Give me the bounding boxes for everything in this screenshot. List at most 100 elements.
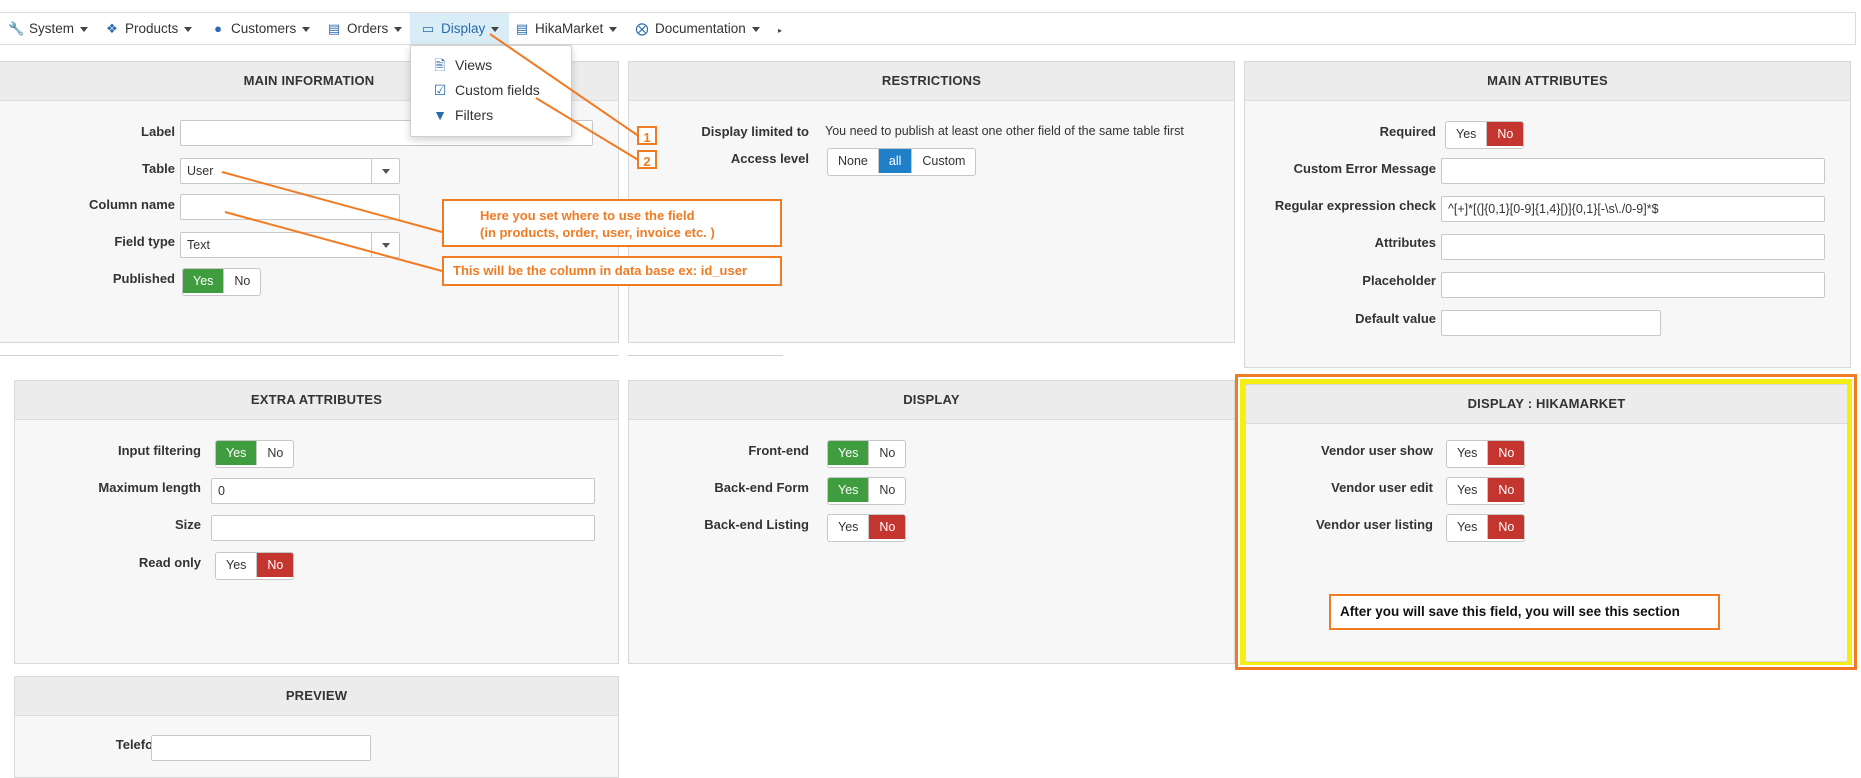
field-type-select[interactable]: Text bbox=[180, 232, 400, 258]
read-only-label: Read only bbox=[138, 555, 201, 570]
frontend-no-button[interactable]: No bbox=[869, 441, 905, 465]
backend-form-no-button[interactable]: No bbox=[869, 478, 905, 502]
attributes-label: Attributes bbox=[1374, 235, 1436, 250]
chevron-down-icon bbox=[371, 233, 399, 257]
backend-listing-yes-button[interactable]: Yes bbox=[828, 515, 870, 539]
display-panel: DISPLAY Front-end Yes No Back-end Form Y… bbox=[628, 380, 1235, 664]
dropdown-item-filters[interactable]: ▼ Filters bbox=[433, 104, 493, 126]
caret-right-icon: ▸ bbox=[778, 26, 783, 35]
backend-form-label: Back-end Form bbox=[714, 480, 809, 495]
input-filtering-toggle: Yes No bbox=[215, 440, 295, 468]
caret-down-icon bbox=[184, 26, 193, 32]
readonly-yes-button[interactable]: Yes bbox=[216, 553, 258, 577]
max-length-input[interactable]: 0 bbox=[211, 478, 595, 504]
access-level-label: Access level bbox=[730, 151, 809, 166]
required-yes-button[interactable]: Yes bbox=[1446, 122, 1488, 146]
caret-down-icon bbox=[609, 26, 618, 32]
vendor-user-edit-label: Vendor user edit bbox=[1331, 480, 1433, 495]
access-none-button[interactable]: None bbox=[828, 149, 879, 173]
menu-orders[interactable]: ▤ Orders bbox=[326, 13, 403, 44]
dropdown-item-custom-fields[interactable]: ☑ Custom fields bbox=[433, 79, 540, 101]
store-icon: ▤ bbox=[515, 21, 529, 36]
front-end-toggle: Yes No bbox=[827, 440, 907, 468]
required-toggle: Yes No bbox=[1445, 121, 1525, 149]
panel-title: DISPLAY bbox=[629, 381, 1234, 420]
vendor-show-yes-button[interactable]: Yes bbox=[1447, 441, 1489, 465]
file-code-icon: 🖹 bbox=[434, 57, 446, 73]
input-filtering-label: Input filtering bbox=[117, 443, 201, 458]
caret-down-icon bbox=[394, 26, 403, 32]
custom-error-label: Custom Error Message bbox=[1293, 161, 1436, 176]
placeholder-input[interactable] bbox=[1441, 272, 1825, 298]
panel-title: PREVIEW bbox=[15, 677, 618, 716]
front-end-label: Front-end bbox=[748, 443, 809, 458]
size-input[interactable] bbox=[211, 515, 595, 541]
divider bbox=[628, 355, 783, 356]
backend-listing-label: Back-end Listing bbox=[704, 517, 809, 532]
backend-form-toggle: Yes No bbox=[827, 477, 907, 505]
menu-documentation[interactable]: ⨂ Documentation bbox=[634, 13, 760, 44]
menu-customers[interactable]: ● Customers bbox=[210, 13, 311, 44]
vendor-user-show-label: Vendor user show bbox=[1321, 443, 1433, 458]
annotation-number-2: 2 bbox=[637, 150, 657, 169]
access-all-button[interactable]: all bbox=[878, 149, 913, 173]
annotation-number-1: 1 bbox=[637, 126, 657, 145]
frontend-yes-button[interactable]: Yes bbox=[828, 441, 870, 465]
access-custom-button[interactable]: Custom bbox=[912, 149, 975, 173]
filtering-no-button[interactable]: No bbox=[257, 441, 293, 465]
section-annotation: After you will save this field, you will… bbox=[1329, 594, 1720, 630]
main-attributes-panel: MAIN ATTRIBUTES Required Yes No Custom E… bbox=[1244, 61, 1851, 368]
vendor-user-listing-toggle: Yes No bbox=[1446, 514, 1526, 542]
caret-down-icon bbox=[80, 26, 89, 32]
table-select[interactable]: User bbox=[180, 158, 400, 184]
caret-down-icon bbox=[491, 26, 500, 32]
published-yes-button[interactable]: Yes bbox=[183, 269, 225, 293]
caret-down-icon bbox=[751, 26, 760, 32]
wrench-icon: 🔧 bbox=[8, 21, 25, 36]
divider bbox=[0, 355, 618, 356]
custom-error-input[interactable] bbox=[1441, 158, 1825, 184]
vendor-user-listing-label: Vendor user listing bbox=[1315, 517, 1433, 532]
read-only-toggle: Yes No bbox=[215, 552, 295, 580]
menu-products[interactable]: ❖ Products bbox=[104, 13, 193, 44]
table-annotation: Here you set where to use the field (in … bbox=[442, 199, 782, 247]
backend-listing-no-button[interactable]: No bbox=[869, 515, 906, 539]
vendor-edit-no-button[interactable]: No bbox=[1488, 478, 1525, 502]
readonly-no-button[interactable]: No bbox=[257, 553, 294, 577]
display-dropdown: 🖹 Views ☑ Custom fields ▼ Filters bbox=[410, 45, 572, 137]
default-value-input[interactable] bbox=[1441, 310, 1661, 336]
column-name-input[interactable] bbox=[180, 194, 400, 220]
dropdown-item-views[interactable]: 🖹 Views bbox=[433, 54, 492, 76]
default-value-label: Default value bbox=[1355, 311, 1436, 326]
menu-more[interactable]: ▸ bbox=[778, 13, 782, 44]
chevron-down-icon bbox=[371, 159, 399, 183]
column-annotation: This will be the column in data base ex:… bbox=[442, 256, 782, 286]
published-label: Published bbox=[112, 271, 175, 286]
telefon-input[interactable] bbox=[151, 735, 371, 761]
menu-hikamarket[interactable]: ▤ HikaMarket bbox=[514, 13, 618, 44]
filtering-yes-button[interactable]: Yes bbox=[216, 441, 258, 465]
attributes-input[interactable] bbox=[1441, 234, 1825, 260]
cubes-icon: ❖ bbox=[106, 21, 118, 36]
regex-input[interactable]: ^[+]*[(]{0,1}[0-9]{1,4}[)]{0,1}[-\s\./0-… bbox=[1441, 196, 1825, 222]
menu-display[interactable]: ▭ Display bbox=[410, 13, 510, 44]
display-limited-label: Display limited to bbox=[701, 124, 809, 139]
lifebuoy-icon: ⨂ bbox=[635, 21, 649, 36]
menu-system[interactable]: 🔧 System bbox=[8, 13, 89, 44]
published-no-button[interactable]: No bbox=[224, 269, 260, 293]
panel-title: EXTRA ATTRIBUTES bbox=[15, 381, 618, 420]
backend-listing-toggle: Yes No bbox=[827, 514, 907, 542]
vendor-show-no-button[interactable]: No bbox=[1488, 441, 1525, 465]
vendor-edit-yes-button[interactable]: Yes bbox=[1447, 478, 1489, 502]
field-type-label: Field type bbox=[114, 234, 175, 249]
regex-label: Regular expression check bbox=[1274, 198, 1436, 213]
vendor-user-edit-toggle: Yes No bbox=[1446, 477, 1526, 505]
backend-form-yes-button[interactable]: Yes bbox=[828, 478, 870, 502]
vendor-listing-no-button[interactable]: No bbox=[1488, 515, 1525, 539]
required-no-button[interactable]: No bbox=[1487, 122, 1524, 146]
vendor-listing-yes-button[interactable]: Yes bbox=[1447, 515, 1489, 539]
top-menu-bar: 🔧 System ❖ Products ● Customers ▤ Orders ▭ Di… bbox=[0, 12, 1856, 45]
size-label: Size bbox=[174, 517, 201, 532]
table-field-label: Table bbox=[142, 161, 175, 176]
checkbox-icon: ☑ bbox=[433, 82, 447, 98]
